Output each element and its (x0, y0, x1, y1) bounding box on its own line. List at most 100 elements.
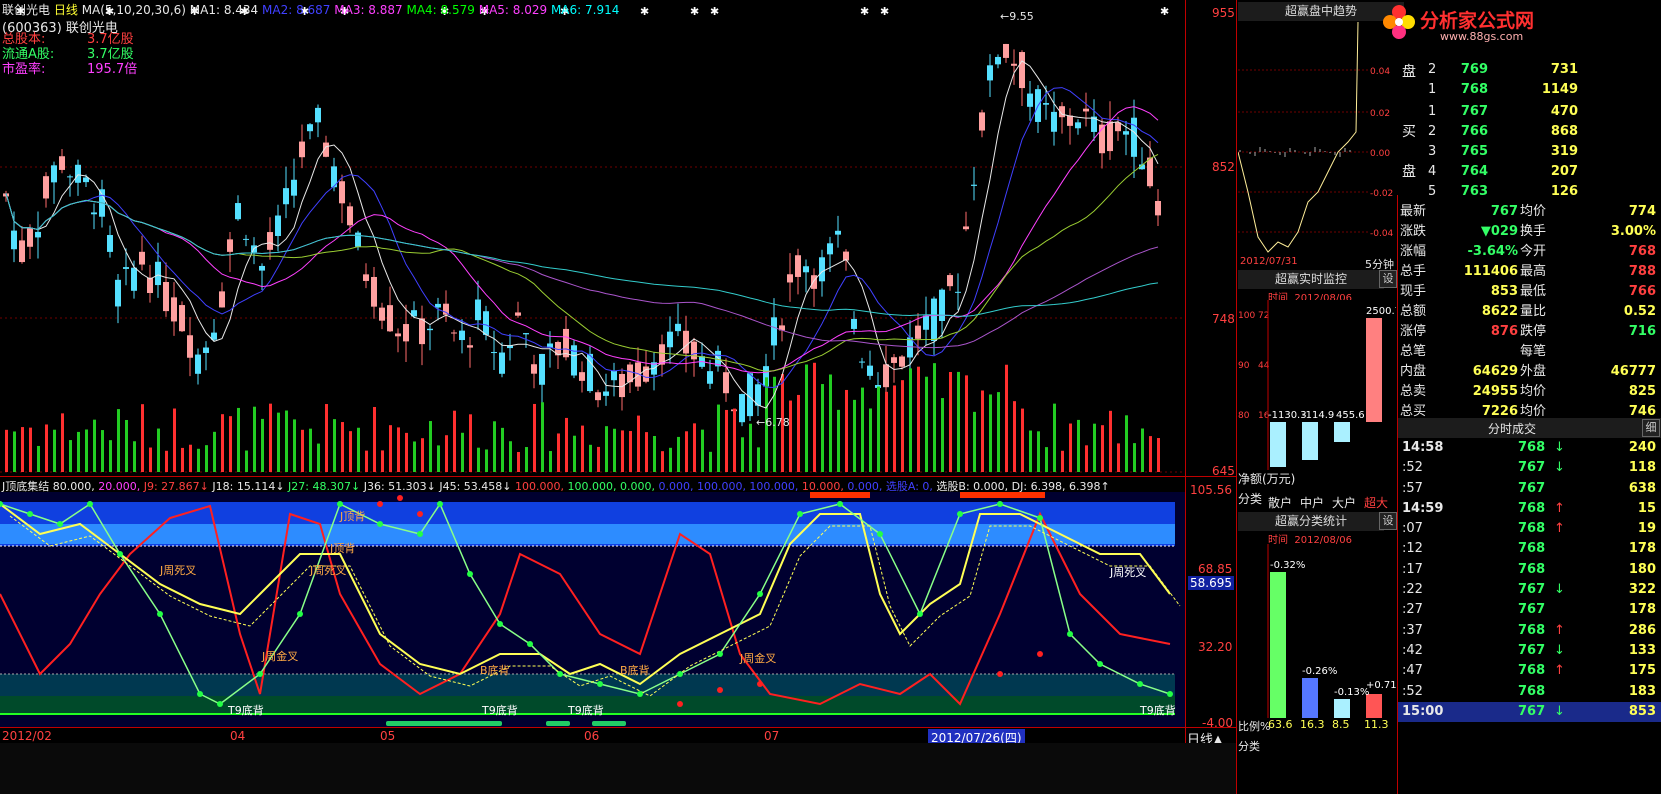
ma5-line (5, 193, 1159, 349)
signal-bar (810, 492, 870, 498)
tick-price: 767 (1518, 602, 1546, 618)
tick-volume: 322 (1628, 582, 1656, 598)
buy-row-2: 3 765 319 (1398, 142, 1661, 162)
candle-body (1043, 103, 1049, 105)
tick-row[interactable]: :07 768 ↑ 19 (1398, 519, 1661, 539)
green-dot (157, 611, 163, 617)
stat-value-2: 788 (1628, 264, 1656, 279)
candle-body (1019, 52, 1025, 89)
tick-price: 768 (1518, 521, 1546, 537)
volume-bar (893, 385, 896, 472)
ratio-1: 16.3 (1300, 718, 1325, 731)
red-dot (677, 701, 683, 707)
volume-bar (701, 429, 704, 472)
period-label[interactable]: 日线 (54, 3, 78, 17)
volume-bar (749, 423, 752, 472)
green-dot (337, 501, 343, 507)
stat-row-6: 涨停 876 跌停 716 (1398, 322, 1661, 342)
volume-bar (677, 436, 680, 472)
candle-body (691, 341, 697, 360)
buy-price: 763 (1460, 184, 1488, 199)
candle-body (203, 347, 209, 353)
volume-bar (69, 440, 72, 472)
tick-row[interactable]: :37 768 ↑ 286 (1398, 621, 1661, 641)
volume-bar (829, 374, 832, 472)
intraday-trend-chart[interactable]: 0.04 0.02 0.00 -0.02 -0.04 (1238, 22, 1396, 260)
monitor-bar-value-2: 455.6 (1336, 410, 1365, 421)
buy-price: 766 (1460, 124, 1488, 139)
volume-bar (1125, 415, 1128, 472)
candle-body (1123, 131, 1129, 135)
tick-row[interactable]: :52 767 ↓ 118 (1398, 458, 1661, 478)
candle-body (987, 65, 993, 81)
indicator-label-10: T9底背 (567, 703, 604, 717)
ma-params: MA(5,10,20,30,6) (81, 3, 186, 17)
green-dot (527, 641, 533, 647)
indicator-chart[interactable]: J顶背 J顶背 J周死叉 J周死叉 J周金叉 B底背 B底背 J周金叉 T9底背 T9底背 T9底背… (0, 492, 1185, 727)
volume-bar (885, 391, 888, 472)
tick-row[interactable]: :52 768 183 (1398, 682, 1661, 702)
ticks-detail-button[interactable]: 细 (1642, 419, 1660, 437)
volume-bar (517, 451, 520, 472)
class-label: 分类 (1238, 492, 1263, 506)
volume-bar (485, 449, 488, 472)
volume-bar (901, 380, 904, 472)
stat-value-2: 766 (1628, 284, 1656, 299)
green-dot (917, 611, 923, 617)
monitor-settings-button[interactable]: 设 (1379, 270, 1397, 288)
tick-row[interactable]: :27 767 178 (1398, 600, 1661, 620)
tick-row[interactable]: :47 768 ↑ 175 (1398, 661, 1661, 681)
monitor-chart[interactable]: 1007290448016-1130.3-114.9455.62500.7 (1238, 300, 1396, 470)
trend-line (1238, 22, 1359, 253)
volume-bar (61, 413, 64, 472)
candle-body (139, 251, 145, 265)
stat-value-2: 768 (1628, 244, 1656, 259)
class-stats-chart[interactable]: -0.32% -0.26% -0.13%+0.71% (1238, 544, 1396, 718)
tick-row[interactable]: 14:58 768 ↓ 240 (1398, 438, 1661, 458)
buy-volume: 126 (1550, 184, 1578, 199)
ind-top-band-2 (0, 524, 1175, 544)
stats-settings-button[interactable]: 设 (1379, 512, 1397, 530)
tick-row[interactable]: :57 767 638 (1398, 479, 1661, 499)
candle-body (427, 328, 433, 331)
tick-row[interactable]: :17 768 180 (1398, 560, 1661, 580)
ma3-line (5, 106, 1159, 374)
candle-body (819, 257, 825, 282)
star-marker: ✱ (710, 5, 719, 18)
ticks-list[interactable]: 14:58 768 ↓ 240:52 767 ↓ 118:57 767 638 14:59 768 ↑… (1398, 438, 1661, 723)
date-label-3: 06 (584, 729, 600, 743)
info-line-0: 总股本: 3.7亿股 (2, 32, 137, 47)
volume-bar (229, 416, 232, 472)
volume-bar (621, 430, 624, 472)
volume-bar (205, 445, 208, 472)
candle-body (107, 235, 113, 252)
candle-body (491, 352, 497, 354)
tick-volume: 133 (1628, 642, 1656, 658)
ma4-line (5, 153, 1159, 372)
volume-bar (1117, 443, 1120, 472)
stat-row-5: 总额 8622 量比 0.52 (1398, 302, 1661, 322)
candle-body (155, 261, 161, 286)
candle-body (363, 274, 369, 281)
chart-right-border (1185, 0, 1186, 794)
high-value: 9.55 (1009, 10, 1034, 23)
signal-bar (960, 492, 1045, 498)
tick-row[interactable]: :42 767 ↓ 133 (1398, 641, 1661, 661)
volume-bar (157, 428, 160, 472)
volume-bar (941, 398, 944, 472)
candle-body (115, 279, 121, 307)
axis-right-border (1236, 0, 1237, 794)
volume-bar (853, 399, 856, 472)
candle-body (163, 281, 169, 312)
candle-body (1067, 115, 1073, 126)
tick-price: 768 (1518, 500, 1546, 516)
candle-body (947, 275, 953, 287)
tick-row[interactable]: 14:59 768 ↑ 15 (1398, 499, 1661, 519)
tick-row[interactable]: :12 768 178 (1398, 539, 1661, 559)
candle-body (683, 330, 689, 354)
tick-row[interactable]: :22 767 ↓ 322 (1398, 580, 1661, 600)
candle-body (43, 176, 49, 199)
tick-row[interactable]: 15:00 767 ↓ 853 (1398, 701, 1661, 723)
candlestick-chart[interactable]: ✱ ✱ ✱ ✱ ✱ ✱ ✱ ✱ ✱ ✱ ✱ ✱ ✱ ✱ ✱ (0, 0, 1185, 476)
candle-body (27, 227, 33, 247)
